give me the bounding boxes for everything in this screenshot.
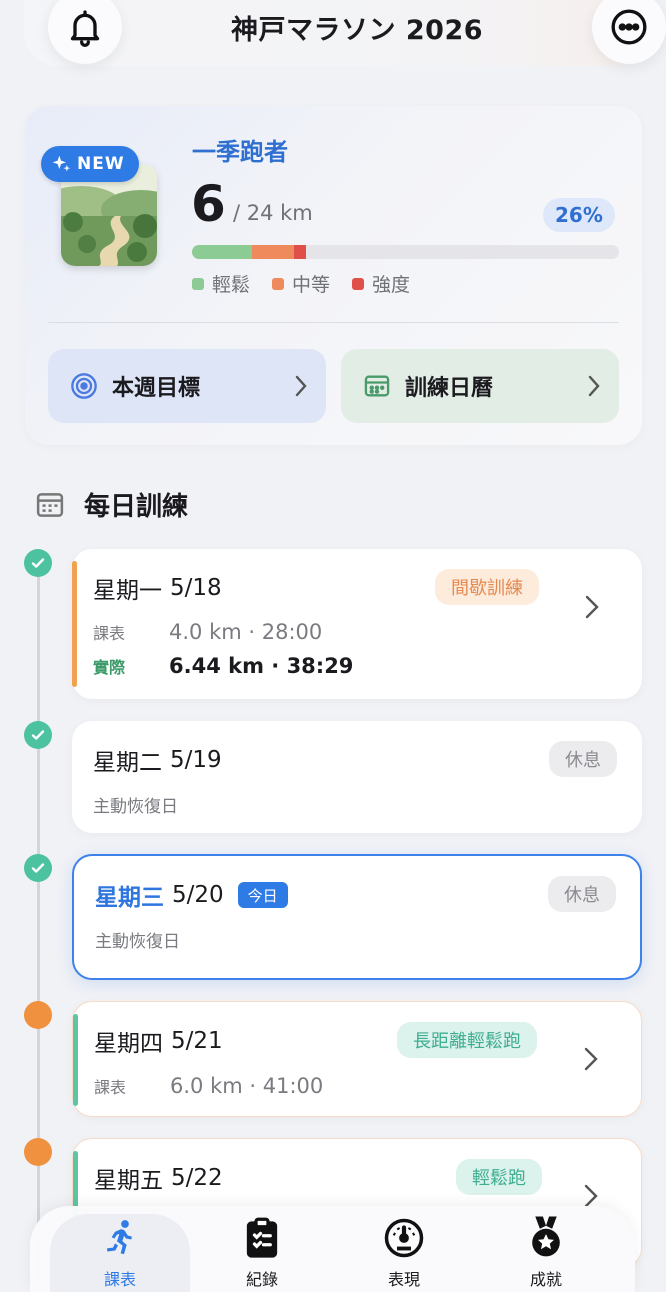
actual-row: 實際 6.44 km · 38:29	[93, 654, 353, 678]
medal-icon	[532, 1216, 560, 1257]
tab-performance[interactable]: 表現	[334, 1214, 474, 1292]
bottom-tab-bar: 課表 紀錄 表現 成就	[30, 1206, 635, 1292]
daily-training-title: 每日訓練	[84, 492, 189, 522]
today-badge: 今日	[237, 882, 288, 908]
day-date: 5/21	[171, 1028, 223, 1054]
tab-schedule[interactable]: 課表	[50, 1214, 190, 1292]
legend-easy: 輕鬆	[192, 270, 250, 297]
tab-records[interactable]: 紀錄	[192, 1214, 332, 1292]
progress-percent-badge: 26%	[543, 198, 615, 232]
status-done-icon	[24, 721, 52, 749]
timeline-line	[37, 575, 40, 1285]
status-done-icon	[24, 854, 52, 882]
weekly-summary-card: NEW 一季跑者 6 / 24 km 26% 輕鬆 中等 強度 本週目標 訓練日…	[25, 106, 642, 445]
notification-button[interactable]	[48, 0, 122, 64]
day-name: 星期四	[94, 1031, 163, 1057]
calendar-grid-icon	[36, 492, 64, 517]
more-icon	[611, 9, 647, 45]
plan-row: 課表 4.0 km · 28:00	[93, 620, 322, 644]
km-completed: 6	[191, 175, 226, 233]
legend-hard: 強度	[352, 270, 410, 297]
actual-label: 實際	[93, 658, 126, 677]
progress-segment-moderate	[251, 245, 295, 259]
legend-moderate: 中等	[272, 270, 330, 297]
day-header: 星期三 5/20 今日	[95, 878, 288, 912]
day-name: 星期二	[93, 750, 162, 776]
training-calendar-label: 訓練日曆	[405, 376, 494, 401]
status-pending-dot	[24, 1138, 52, 1166]
target-icon	[70, 372, 98, 400]
gauge-icon	[384, 1218, 424, 1258]
training-calendar-button[interactable]: 訓練日曆	[341, 349, 619, 423]
tab-label: 課表	[103, 1270, 136, 1289]
plan-value: 4.0 km · 28:00	[169, 620, 323, 644]
day-date: 5/18	[170, 575, 222, 601]
new-badge: NEW	[41, 146, 139, 182]
header-bar: 神戸マラソン 2026	[24, 0, 666, 66]
chevron-right-icon	[587, 374, 601, 404]
workout-type-badge: 休息	[549, 741, 617, 777]
chevron-right-icon	[294, 374, 308, 404]
tab-label: 表現	[387, 1270, 420, 1289]
day-header: 星期二 5/19	[93, 743, 222, 777]
chevron-right-icon	[583, 1046, 599, 1076]
day-name: 星期三	[95, 885, 164, 911]
calendar-icon	[363, 372, 391, 400]
progress-segment-hard	[294, 245, 306, 259]
legend-label: 中等	[292, 274, 331, 296]
workout-type-badge: 休息	[548, 876, 616, 912]
day-card-thursday[interactable]: 星期四 5/21 長距離輕鬆跑 課表 6.0 km · 41:00	[72, 1001, 642, 1117]
new-badge-label: NEW	[77, 154, 125, 174]
status-done-icon	[24, 549, 52, 577]
day-header: 星期一 5/18	[93, 571, 222, 605]
day-card-wednesday[interactable]: 星期三 5/20 今日 休息 主動恢復日	[72, 854, 642, 980]
tab-label: 紀錄	[245, 1270, 278, 1289]
day-card-monday[interactable]: 星期一 5/18 間歇訓練 課表 4.0 km · 28:00 實際 6.44 …	[72, 549, 642, 699]
workout-type-badge: 輕鬆跑	[456, 1159, 542, 1195]
weekly-goal-button[interactable]: 本週目標	[48, 349, 326, 423]
intensity-accent	[73, 1014, 78, 1106]
legend-swatch-hard	[352, 277, 365, 290]
daily-training-heading: 每日訓練	[34, 486, 188, 523]
clipboard-icon	[246, 1217, 278, 1258]
divider	[48, 322, 619, 323]
day-name: 星期一	[93, 578, 162, 604]
day-date: 5/19	[170, 747, 222, 773]
day-header: 星期四 5/21	[94, 1024, 223, 1058]
progress-segment-easy	[192, 245, 252, 259]
intensity-progress-bar	[192, 245, 619, 259]
day-note: 主動恢復日	[95, 932, 180, 952]
plan-label: 課表	[94, 1078, 127, 1097]
workout-type-badge: 間歇訓練	[435, 569, 539, 605]
page-title: 神戸マラソン 2026	[230, 15, 484, 46]
legend-label: 強度	[372, 274, 411, 296]
runner-level: 一季跑者	[192, 138, 288, 166]
day-date: 5/22	[171, 1165, 223, 1191]
day-name: 星期五	[94, 1168, 163, 1194]
legend-label: 輕鬆	[212, 274, 251, 296]
bell-icon	[70, 10, 100, 47]
workout-type-badge: 長距離輕鬆跑	[397, 1022, 537, 1058]
legend-swatch-easy	[192, 277, 204, 290]
runner-icon	[107, 1220, 132, 1255]
actual-value: 6.44 km · 38:29	[169, 654, 354, 678]
weekly-goal-label: 本週目標	[112, 376, 201, 401]
intensity-accent	[72, 561, 77, 687]
status-pending-dot	[24, 1001, 52, 1029]
day-date: 5/20	[172, 882, 224, 908]
chevron-right-icon	[584, 594, 600, 624]
day-header: 星期五 5/22	[94, 1161, 223, 1195]
plan-row: 課表 6.0 km · 41:00	[94, 1074, 323, 1098]
legend-swatch-moderate	[272, 277, 285, 290]
day-note: 主動恢復日	[93, 797, 178, 817]
intensity-legend: 輕鬆 中等 強度	[192, 270, 410, 297]
more-options-button[interactable]	[592, 0, 666, 64]
tab-label: 成就	[529, 1270, 562, 1289]
plan-label: 課表	[93, 624, 126, 643]
day-card-tuesday[interactable]: 星期二 5/19 休息 主動恢復日	[72, 721, 642, 833]
km-target: / 24 km	[233, 201, 313, 225]
plan-value: 6.0 km · 41:00	[170, 1074, 324, 1098]
sparkle-icon	[52, 155, 71, 172]
tab-achievements[interactable]: 成就	[476, 1214, 616, 1292]
